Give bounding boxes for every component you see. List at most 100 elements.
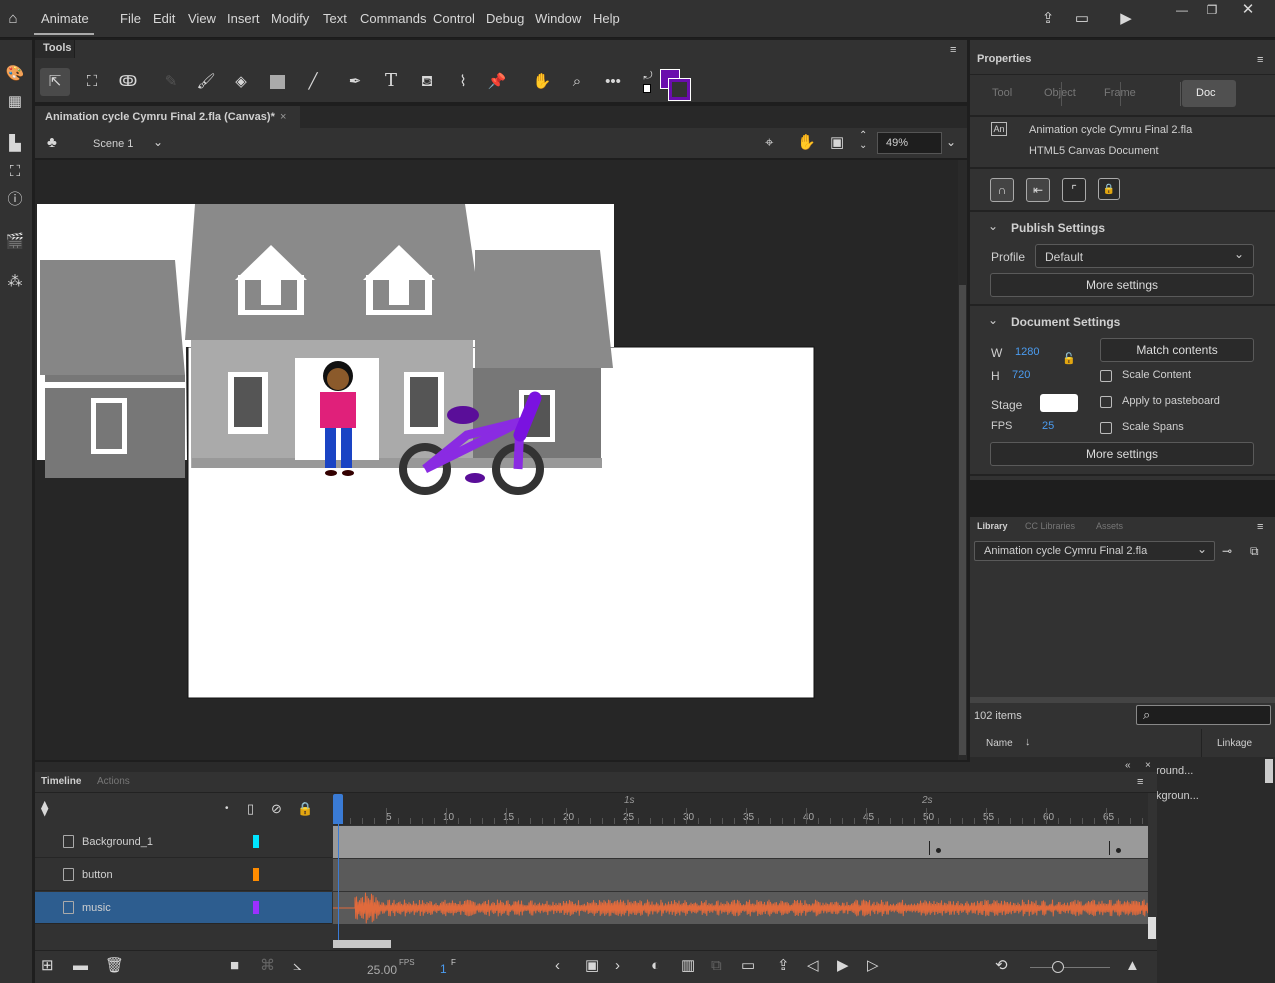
layer-button[interactable]: button bbox=[35, 859, 332, 891]
zoom-tool-icon[interactable]: ⌕ bbox=[567, 72, 587, 92]
reset-zoom-icon[interactable]: ⟲ bbox=[995, 956, 1008, 976]
tab-library[interactable]: Library bbox=[977, 521, 1008, 531]
zoom-stepper-icon[interactable]: ⌃ ⌄ bbox=[859, 131, 867, 151]
layer-depth-icon[interactable]: ⦣ bbox=[293, 956, 302, 976]
paint-bucket-tool-icon[interactable]: ⛾ bbox=[417, 72, 437, 92]
align-icon[interactable]: ▙ bbox=[2, 134, 28, 154]
publish-more-settings-button[interactable]: More settings bbox=[990, 273, 1254, 297]
swap-colors-icon[interactable]: ⤾ bbox=[641, 66, 655, 86]
hide-all-icon[interactable]: ⊘ bbox=[271, 799, 282, 819]
app-menu[interactable]: Animate bbox=[41, 11, 89, 26]
center-stage-icon[interactable]: ⌖ bbox=[765, 133, 773, 153]
transform-icon[interactable]: ⛶ bbox=[2, 162, 28, 182]
insert-keyframe-icon[interactable]: ▣ bbox=[585, 956, 599, 976]
minimize-button[interactable]: — bbox=[1172, 0, 1192, 20]
panel-menu-icon[interactable]: ≡ bbox=[1257, 50, 1263, 70]
fps-display[interactable]: 25.00 bbox=[367, 963, 397, 977]
menu-help[interactable]: Help bbox=[593, 11, 620, 26]
create-tween-icon[interactable]: ⧉ bbox=[711, 956, 722, 976]
snap-guides-button[interactable]: ⇤ bbox=[1026, 178, 1050, 202]
default-colors-icon[interactable] bbox=[643, 84, 651, 93]
playhead[interactable] bbox=[333, 794, 343, 824]
share-icon[interactable]: ⇪ bbox=[1038, 9, 1058, 29]
publish-settings-header[interactable]: Publish Settings bbox=[1011, 221, 1105, 235]
edit-multiple-frames-icon[interactable]: ▥ bbox=[681, 956, 695, 976]
collapse-panel-icon[interactable]: « bbox=[1125, 760, 1131, 771]
menu-text[interactable]: Text bbox=[323, 11, 347, 26]
step-forward-icon[interactable]: ▷ bbox=[867, 956, 879, 976]
tab-doc[interactable]: Doc bbox=[1182, 80, 1236, 107]
layer-color-swatch[interactable] bbox=[253, 835, 259, 848]
current-frame[interactable]: 1 bbox=[440, 962, 447, 976]
layers-icon[interactable]: ⧫ bbox=[41, 799, 48, 819]
clip-content-icon[interactable]: ▣ bbox=[830, 133, 844, 153]
library-item[interactable]: kgroun... bbox=[1156, 790, 1199, 802]
linkage-column-header[interactable]: Linkage bbox=[1217, 738, 1252, 749]
tab-frame[interactable]: Frame bbox=[1094, 80, 1150, 107]
motion-presets-icon[interactable]: 🎬 bbox=[2, 232, 28, 252]
info-icon[interactable]: ⓘ bbox=[2, 190, 28, 210]
menu-commands[interactable]: Commands bbox=[360, 11, 426, 26]
color-palette-icon[interactable]: 🎨 bbox=[2, 64, 28, 84]
camera-icon[interactable]: ■ bbox=[230, 956, 239, 976]
selection-tool-icon[interactable]: ⇱ bbox=[45, 72, 65, 92]
library-scrollbar[interactable] bbox=[1265, 759, 1273, 783]
frame-ruler[interactable] bbox=[333, 793, 1148, 825]
line-tool-icon[interactable]: ╱ bbox=[303, 72, 323, 92]
restore-button[interactable]: ❐ bbox=[1202, 0, 1222, 20]
scene-icon[interactable]: ♣ bbox=[47, 133, 57, 153]
panel-menu-icon[interactable]: ≡ bbox=[950, 40, 956, 60]
zoom-input[interactable]: 49% bbox=[877, 132, 942, 154]
delete-layer-icon[interactable]: 🗑 bbox=[105, 956, 124, 976]
menu-insert[interactable]: Insert bbox=[227, 11, 260, 26]
apply-to-pasteboard-checkbox[interactable] bbox=[1100, 396, 1112, 408]
scale-spans-checkbox[interactable] bbox=[1100, 422, 1112, 434]
music-frames[interactable] bbox=[333, 892, 1149, 924]
tab-actions[interactable]: Actions bbox=[97, 776, 130, 787]
home-icon[interactable]: ⌂ bbox=[2, 9, 24, 29]
scale-content-checkbox[interactable] bbox=[1100, 370, 1112, 382]
free-transform-tool-icon[interactable]: ⛶ bbox=[82, 72, 102, 92]
onion-skin-icon[interactable]: ◐ bbox=[651, 956, 660, 976]
tab-cc-libraries[interactable]: CC Libraries bbox=[1025, 521, 1075, 531]
canvas-scrollbar[interactable] bbox=[958, 160, 967, 760]
lasso-tool-icon[interactable]: ↂ bbox=[118, 72, 138, 92]
menu-control[interactable]: Control bbox=[433, 11, 475, 26]
profile-select[interactable]: Default ⌄ bbox=[1035, 244, 1254, 268]
button-frames[interactable] bbox=[333, 859, 1148, 891]
layer-background_1[interactable]: Background_1 bbox=[35, 826, 332, 858]
eyedropper-tool-icon[interactable]: ⌇ bbox=[453, 72, 473, 92]
fps-value[interactable]: 25 bbox=[1042, 420, 1054, 432]
library-item[interactable]: round... bbox=[1156, 765, 1193, 777]
menu-edit[interactable]: Edit bbox=[153, 11, 175, 26]
panel-menu-icon[interactable]: ≡ bbox=[1137, 772, 1143, 792]
brush-tool-icon[interactable]: 🖌 bbox=[196, 72, 216, 92]
new-layer-icon[interactable]: ⊞ bbox=[41, 956, 54, 976]
tab-assets[interactable]: Assets bbox=[1096, 521, 1123, 531]
workspace-icon[interactable]: ▭ bbox=[1072, 9, 1092, 29]
close-tab-icon[interactable]: × bbox=[280, 111, 286, 123]
document-more-settings-button[interactable]: More settings bbox=[990, 442, 1254, 466]
background-frames[interactable] bbox=[333, 826, 1148, 858]
snap-to-objects-button[interactable]: ∩ bbox=[990, 178, 1014, 202]
document-settings-header[interactable]: Document Settings bbox=[1011, 315, 1120, 329]
menu-view[interactable]: View bbox=[188, 11, 216, 26]
timeline-zoom-slider[interactable] bbox=[1030, 967, 1110, 968]
play-icon[interactable]: ▶ bbox=[837, 956, 849, 976]
text-tool-icon[interactable]: T bbox=[381, 71, 401, 91]
tab-timeline[interactable]: Timeline bbox=[41, 776, 81, 787]
more-tools-icon[interactable]: ••• bbox=[603, 72, 623, 92]
menu-debug[interactable]: Debug bbox=[486, 11, 524, 26]
new-folder-icon[interactable]: ▬ bbox=[73, 956, 88, 976]
zoom-dropdown-icon[interactable]: ⌄ bbox=[941, 132, 961, 152]
test-movie-icon[interactable]: ▶ bbox=[1116, 9, 1136, 29]
library-search-input[interactable]: ⌕ bbox=[1136, 705, 1271, 725]
pen-tool-icon[interactable]: ✒ bbox=[345, 72, 365, 92]
pasteboard[interactable] bbox=[35, 160, 958, 760]
timeline-horizontal-scrollbar[interactable] bbox=[333, 940, 391, 948]
library-file-select[interactable]: Animation cycle Cymru Final 2.fla ⌄ bbox=[974, 541, 1215, 561]
height-value[interactable]: 720 bbox=[1012, 369, 1030, 381]
collapse-chevron-icon[interactable]: ⌄ bbox=[988, 313, 998, 327]
lock-all-icon[interactable]: 🔒 bbox=[297, 799, 313, 819]
fill-color-swatch[interactable] bbox=[668, 78, 691, 101]
